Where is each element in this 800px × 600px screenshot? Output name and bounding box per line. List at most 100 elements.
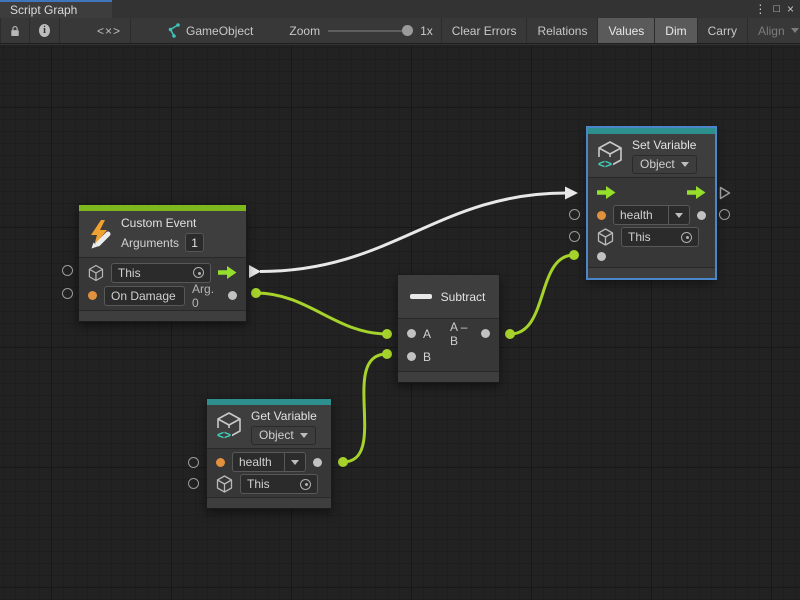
value-wire[interactable] xyxy=(510,255,574,334)
maximize-icon[interactable]: □ xyxy=(773,1,780,17)
unconnected-input-port[interactable] xyxy=(62,288,73,299)
node-header[interactable]: Subtract xyxy=(398,275,499,319)
object-picker-icon[interactable] xyxy=(193,267,204,278)
unconnected-control-output-port[interactable] xyxy=(719,186,731,200)
node-custom-event[interactable]: Custom Event Arguments 1 This xyxy=(78,204,247,322)
unconnected-input-port[interactable] xyxy=(188,478,199,489)
value-input-port[interactable] xyxy=(597,252,606,261)
input-b-label: B xyxy=(423,350,431,364)
unconnected-output-port[interactable] xyxy=(719,209,730,220)
variable-scope-dropdown[interactable]: Object xyxy=(251,426,316,445)
info-icon: i xyxy=(39,24,50,37)
variable-name-port[interactable] xyxy=(597,211,606,220)
node-title: Get Variable xyxy=(251,409,317,423)
value-output-port[interactable] xyxy=(313,458,322,467)
arg-output-port[interactable] xyxy=(228,291,237,300)
variable-cube-icon: <> xyxy=(596,140,624,171)
output-label: A – B xyxy=(450,320,474,348)
wire-endpoint xyxy=(569,250,579,260)
arg-label: Arg. 0 xyxy=(192,282,221,310)
node-title: Custom Event xyxy=(121,216,204,230)
target-field[interactable]: This xyxy=(111,263,211,283)
control-output-port[interactable] xyxy=(687,186,706,199)
node-subtract[interactable]: Subtract A A – B B xyxy=(397,274,500,383)
input-b-port[interactable] xyxy=(407,352,416,361)
chevron-down-icon xyxy=(791,28,799,33)
value-wire[interactable] xyxy=(343,354,387,462)
node-title: Subtract xyxy=(441,290,486,304)
dim-toggle[interactable]: Dim xyxy=(654,18,696,43)
control-input-port[interactable] xyxy=(597,186,616,199)
target-field[interactable]: This xyxy=(240,474,318,494)
close-icon[interactable]: × xyxy=(787,1,794,17)
relations-toggle[interactable]: Relations xyxy=(526,18,597,43)
result-output-port[interactable] xyxy=(481,329,490,338)
unconnected-input-port[interactable] xyxy=(569,209,580,220)
gameobject-label: GameObject xyxy=(186,24,253,38)
arguments-label: Arguments xyxy=(121,236,179,250)
pre-value-output-port[interactable] xyxy=(697,211,706,220)
unconnected-input-port[interactable] xyxy=(188,457,199,468)
gameobject-cube-icon xyxy=(88,264,104,282)
wire-endpoint xyxy=(251,288,261,298)
wire-endpoint xyxy=(382,329,392,339)
wire-arrow-icon xyxy=(249,265,261,278)
clear-errors-button[interactable]: Clear Errors xyxy=(441,18,527,43)
wire-endpoint xyxy=(338,457,348,467)
zoom-slider-handle[interactable] xyxy=(402,25,413,36)
wire-endpoint xyxy=(382,349,392,359)
wire-endpoint xyxy=(505,329,515,339)
titlebar: Script Graph ⋮ □ × xyxy=(0,0,800,18)
object-picker-icon[interactable] xyxy=(681,232,692,243)
graph-canvas[interactable]: Custom Event Arguments 1 This xyxy=(0,45,800,600)
zoom-value: 1x xyxy=(420,24,433,38)
node-get-variable[interactable]: <> Get Variable Object health xyxy=(206,398,332,509)
unconnected-input-port[interactable] xyxy=(62,265,73,276)
event-name-port[interactable] xyxy=(88,291,97,300)
chevron-down-icon xyxy=(675,213,683,218)
values-toggle[interactable]: Values xyxy=(597,18,654,43)
unconnected-input-port[interactable] xyxy=(569,231,580,242)
subtract-minus-icon xyxy=(410,294,432,299)
arguments-count-field[interactable]: 1 xyxy=(185,233,204,252)
gameobject-cube-icon xyxy=(597,228,614,246)
code-icon: <×> xyxy=(97,24,121,38)
node-set-variable[interactable]: <> Set Variable Object xyxy=(587,127,716,279)
node-footer xyxy=(398,371,499,382)
variable-name-dropdown[interactable]: health xyxy=(613,205,690,225)
wire-arrow-icon xyxy=(565,187,578,200)
variable-name-port[interactable] xyxy=(216,458,225,467)
variable-scope-dropdown[interactable]: Object xyxy=(632,155,697,174)
lock-button[interactable] xyxy=(0,18,30,43)
carry-toggle[interactable]: Carry xyxy=(697,18,747,43)
zoom-slider[interactable] xyxy=(328,30,412,32)
edit-graph-button[interactable]: <×> xyxy=(88,18,131,43)
control-output-port[interactable] xyxy=(218,266,237,279)
node-title: Set Variable xyxy=(632,138,697,152)
lock-icon xyxy=(10,24,20,38)
event-name-field[interactable]: On Damage xyxy=(104,286,185,306)
node-footer xyxy=(79,310,246,321)
node-header[interactable]: <> Get Variable Object xyxy=(207,405,331,449)
gameobject-reference[interactable]: GameObject xyxy=(155,18,263,43)
menu-icon[interactable]: ⋮ xyxy=(754,1,766,17)
script-graph-asset-icon xyxy=(165,23,180,38)
object-picker-icon[interactable] xyxy=(300,479,311,490)
node-header[interactable]: Custom Event Arguments 1 xyxy=(79,211,246,258)
inspect-button[interactable]: i xyxy=(30,18,60,43)
chevron-down-icon xyxy=(300,433,308,438)
node-footer xyxy=(588,267,715,278)
tab-script-graph[interactable]: Script Graph xyxy=(0,0,112,18)
input-a-label: A xyxy=(423,327,431,341)
chevron-down-icon xyxy=(291,460,299,465)
value-wire[interactable] xyxy=(256,293,387,334)
control-wire[interactable] xyxy=(260,193,566,272)
input-a-port[interactable] xyxy=(407,329,416,338)
script-graph-window: Script Graph ⋮ □ × i <×> xyxy=(0,0,800,600)
zoom-label: Zoom xyxy=(289,24,320,38)
align-dropdown[interactable]: Align xyxy=(747,18,800,43)
gameobject-cube-icon xyxy=(216,475,233,493)
variable-name-dropdown[interactable]: health xyxy=(232,452,306,472)
target-field[interactable]: This xyxy=(621,227,699,247)
node-header[interactable]: <> Set Variable Object xyxy=(588,134,715,178)
